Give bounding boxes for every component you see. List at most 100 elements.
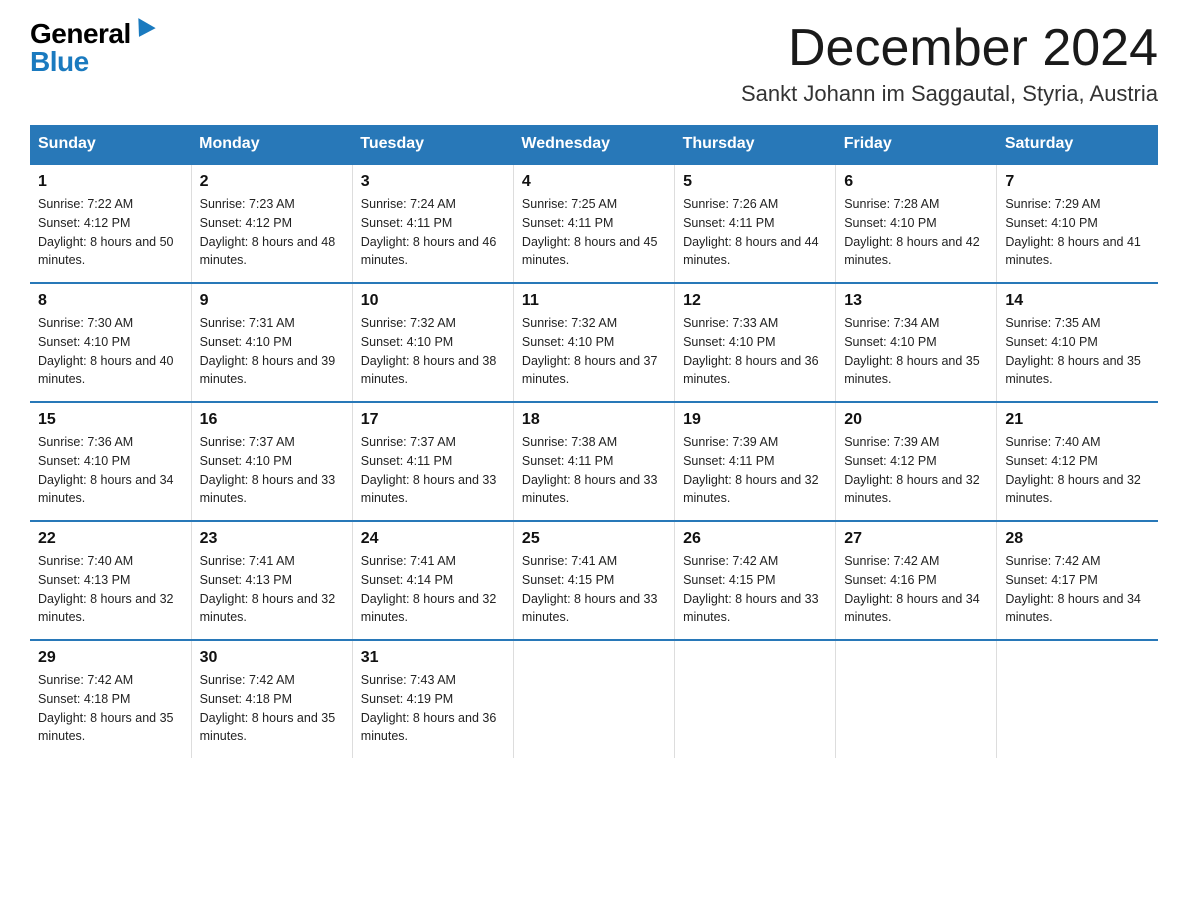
day-number: 7 bbox=[1005, 173, 1150, 191]
day-number: 26 bbox=[683, 530, 827, 548]
empty-cell bbox=[836, 640, 997, 758]
day-number: 10 bbox=[361, 292, 505, 310]
calendar-day-cell: 3 Sunrise: 7:24 AMSunset: 4:11 PMDaylight… bbox=[352, 164, 513, 283]
day-info: Sunrise: 7:41 AMSunset: 4:14 PMDaylight:… bbox=[361, 552, 505, 627]
day-number: 8 bbox=[38, 292, 183, 310]
day-number: 27 bbox=[844, 530, 988, 548]
calendar-week-row: 22 Sunrise: 7:40 AMSunset: 4:13 PMDayligh… bbox=[30, 521, 1158, 640]
day-info: Sunrise: 7:39 AMSunset: 4:12 PMDaylight:… bbox=[844, 433, 988, 508]
location-subtitle: Sankt Johann im Saggautal, Styria, Austr… bbox=[741, 81, 1158, 107]
page-header: General Blue December 2024 Sankt Johann … bbox=[30, 20, 1158, 107]
calendar-table: SundayMondayTuesdayWednesdayThursdayFrid… bbox=[30, 125, 1158, 758]
calendar-day-cell: 21 Sunrise: 7:40 AMSunset: 4:12 PMDayligh… bbox=[997, 402, 1158, 521]
day-info: Sunrise: 7:32 AMSunset: 4:10 PMDaylight:… bbox=[522, 314, 666, 389]
calendar-day-cell: 13 Sunrise: 7:34 AMSunset: 4:10 PMDayligh… bbox=[836, 283, 997, 402]
calendar-day-cell: 31Sunrise: 7:43 AMSunset: 4:19 PMDayligh… bbox=[352, 640, 513, 758]
day-info: Sunrise: 7:38 AMSunset: 4:11 PMDaylight:… bbox=[522, 433, 666, 508]
calendar-day-cell: 5 Sunrise: 7:26 AMSunset: 4:11 PMDaylight… bbox=[675, 164, 836, 283]
day-number: 2 bbox=[200, 173, 344, 191]
day-info: Sunrise: 7:42 AMSunset: 4:18 PMDaylight:… bbox=[200, 671, 344, 746]
day-number: 14 bbox=[1005, 292, 1150, 310]
day-number: 22 bbox=[38, 530, 183, 548]
day-number: 9 bbox=[200, 292, 344, 310]
calendar-day-cell: 26Sunrise: 7:42 AMSunset: 4:15 PMDayligh… bbox=[675, 521, 836, 640]
day-info: Sunrise: 7:41 AMSunset: 4:15 PMDaylight:… bbox=[522, 552, 666, 627]
logo-general-text: General bbox=[30, 20, 131, 48]
day-number: 30 bbox=[200, 649, 344, 667]
calendar-day-cell: 28Sunrise: 7:42 AMSunset: 4:17 PMDayligh… bbox=[997, 521, 1158, 640]
logo-blue-text: Blue bbox=[30, 48, 89, 76]
empty-cell bbox=[997, 640, 1158, 758]
weekday-header-wednesday: Wednesday bbox=[513, 125, 674, 164]
day-number: 11 bbox=[522, 292, 666, 310]
day-info: Sunrise: 7:32 AMSunset: 4:10 PMDaylight:… bbox=[361, 314, 505, 389]
day-info: Sunrise: 7:25 AMSunset: 4:11 PMDaylight:… bbox=[522, 195, 666, 270]
calendar-day-cell: 16 Sunrise: 7:37 AMSunset: 4:10 PMDayligh… bbox=[191, 402, 352, 521]
day-info: Sunrise: 7:37 AMSunset: 4:11 PMDaylight:… bbox=[361, 433, 505, 508]
day-number: 20 bbox=[844, 411, 988, 429]
logo-triangle-icon bbox=[130, 18, 155, 42]
day-number: 15 bbox=[38, 411, 183, 429]
day-info: Sunrise: 7:37 AMSunset: 4:10 PMDaylight:… bbox=[200, 433, 344, 508]
calendar-day-cell: 6 Sunrise: 7:28 AMSunset: 4:10 PMDaylight… bbox=[836, 164, 997, 283]
day-number: 16 bbox=[200, 411, 344, 429]
day-number: 29 bbox=[38, 649, 183, 667]
day-info: Sunrise: 7:30 AMSunset: 4:10 PMDaylight:… bbox=[38, 314, 183, 389]
day-number: 19 bbox=[683, 411, 827, 429]
day-number: 5 bbox=[683, 173, 827, 191]
weekday-header-row: SundayMondayTuesdayWednesdayThursdayFrid… bbox=[30, 125, 1158, 164]
day-info: Sunrise: 7:34 AMSunset: 4:10 PMDaylight:… bbox=[844, 314, 988, 389]
day-info: Sunrise: 7:24 AMSunset: 4:11 PMDaylight:… bbox=[361, 195, 505, 270]
day-number: 18 bbox=[522, 411, 666, 429]
empty-cell bbox=[513, 640, 674, 758]
day-number: 6 bbox=[844, 173, 988, 191]
calendar-day-cell: 29Sunrise: 7:42 AMSunset: 4:18 PMDayligh… bbox=[30, 640, 191, 758]
calendar-day-cell: 24Sunrise: 7:41 AMSunset: 4:14 PMDayligh… bbox=[352, 521, 513, 640]
calendar-day-cell: 10 Sunrise: 7:32 AMSunset: 4:10 PMDayligh… bbox=[352, 283, 513, 402]
calendar-day-cell: 27 Sunrise: 7:42 AMSunset: 4:16 PMDayligh… bbox=[836, 521, 997, 640]
calendar-day-cell: 25 Sunrise: 7:41 AMSunset: 4:15 PMDayligh… bbox=[513, 521, 674, 640]
calendar-day-cell: 7Sunrise: 7:29 AMSunset: 4:10 PMDaylight… bbox=[997, 164, 1158, 283]
day-number: 4 bbox=[522, 173, 666, 191]
day-number: 23 bbox=[200, 530, 344, 548]
calendar-day-cell: 14 Sunrise: 7:35 AMSunset: 4:10 PMDayligh… bbox=[997, 283, 1158, 402]
calendar-day-cell: 20 Sunrise: 7:39 AMSunset: 4:12 PMDayligh… bbox=[836, 402, 997, 521]
day-number: 31 bbox=[361, 649, 505, 667]
day-number: 21 bbox=[1005, 411, 1150, 429]
calendar-week-row: 29 Sunrise: 7:42 AMSunset: 4:18 PMDayligh… bbox=[30, 640, 1158, 758]
day-info: Sunrise: 7:26 AMSunset: 4:11 PMDaylight:… bbox=[683, 195, 827, 270]
calendar-week-row: 1 Sunrise: 7:22 AMSunset: 4:12 PMDaylight… bbox=[30, 164, 1158, 283]
logo: General Blue bbox=[30, 20, 153, 76]
weekday-header-saturday: Saturday bbox=[997, 125, 1158, 164]
calendar-day-cell: 15Sunrise: 7:36 AMSunset: 4:10 PMDayligh… bbox=[30, 402, 191, 521]
day-info: Sunrise: 7:28 AMSunset: 4:10 PMDaylight:… bbox=[844, 195, 988, 270]
calendar-day-cell: 23 Sunrise: 7:41 AMSunset: 4:13 PMDayligh… bbox=[191, 521, 352, 640]
day-info: Sunrise: 7:41 AMSunset: 4:13 PMDaylight:… bbox=[200, 552, 344, 627]
month-title: December 2024 bbox=[741, 20, 1158, 77]
day-info: Sunrise: 7:40 AMSunset: 4:12 PMDaylight:… bbox=[1005, 433, 1150, 508]
day-info: Sunrise: 7:39 AMSunset: 4:11 PMDaylight:… bbox=[683, 433, 827, 508]
day-info: Sunrise: 7:40 AMSunset: 4:13 PMDaylight:… bbox=[38, 552, 183, 627]
calendar-day-cell: 30 Sunrise: 7:42 AMSunset: 4:18 PMDayligh… bbox=[191, 640, 352, 758]
calendar-day-cell: 4 Sunrise: 7:25 AMSunset: 4:11 PMDaylight… bbox=[513, 164, 674, 283]
title-area: December 2024 Sankt Johann im Saggautal,… bbox=[741, 20, 1158, 107]
calendar-day-cell: 11 Sunrise: 7:32 AMSunset: 4:10 PMDayligh… bbox=[513, 283, 674, 402]
calendar-day-cell: 17 Sunrise: 7:37 AMSunset: 4:11 PMDayligh… bbox=[352, 402, 513, 521]
day-number: 3 bbox=[361, 173, 505, 191]
calendar-day-cell: 19 Sunrise: 7:39 AMSunset: 4:11 PMDayligh… bbox=[675, 402, 836, 521]
day-number: 28 bbox=[1005, 530, 1150, 548]
calendar-week-row: 15Sunrise: 7:36 AMSunset: 4:10 PMDayligh… bbox=[30, 402, 1158, 521]
day-number: 25 bbox=[522, 530, 666, 548]
calendar-day-cell: 9 Sunrise: 7:31 AMSunset: 4:10 PMDaylight… bbox=[191, 283, 352, 402]
day-number: 13 bbox=[844, 292, 988, 310]
weekday-header-friday: Friday bbox=[836, 125, 997, 164]
day-info: Sunrise: 7:35 AMSunset: 4:10 PMDaylight:… bbox=[1005, 314, 1150, 389]
day-info: Sunrise: 7:22 AMSunset: 4:12 PMDaylight:… bbox=[38, 195, 183, 270]
day-number: 17 bbox=[361, 411, 505, 429]
day-info: Sunrise: 7:33 AMSunset: 4:10 PMDaylight:… bbox=[683, 314, 827, 389]
day-info: Sunrise: 7:42 AMSunset: 4:16 PMDaylight:… bbox=[844, 552, 988, 627]
day-info: Sunrise: 7:31 AMSunset: 4:10 PMDaylight:… bbox=[200, 314, 344, 389]
day-number: 1 bbox=[38, 173, 183, 191]
calendar-week-row: 8 Sunrise: 7:30 AMSunset: 4:10 PMDaylight… bbox=[30, 283, 1158, 402]
calendar-day-cell: 1 Sunrise: 7:22 AMSunset: 4:12 PMDaylight… bbox=[30, 164, 191, 283]
